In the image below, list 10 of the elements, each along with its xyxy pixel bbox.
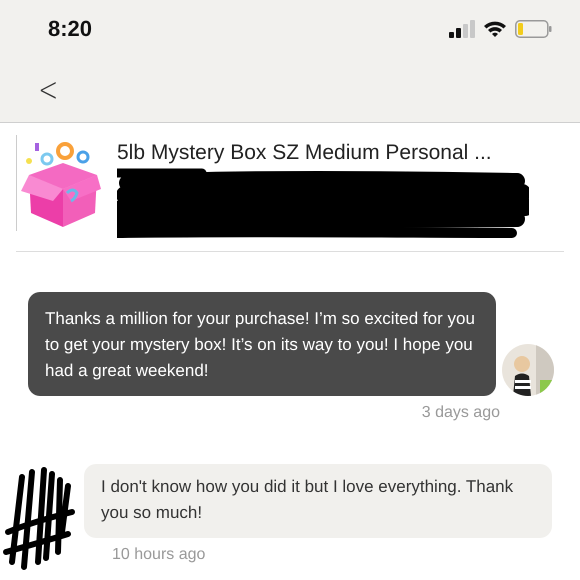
wifi-icon: [483, 20, 507, 38]
back-button[interactable]: <: [38, 73, 58, 107]
message-bubble: I don't know how you did it but I love everything. Thank you so much!: [84, 464, 552, 538]
clock-time: 8:20: [48, 16, 92, 42]
message-time: 10 hours ago: [111, 546, 206, 564]
product-title[interactable]: 5lb Mystery Box SZ Medium Personal ...: [117, 135, 564, 165]
message-time: 3 days ago: [420, 404, 501, 422]
signal-icon: [449, 20, 475, 38]
battery-icon: [515, 20, 552, 38]
message-bubble: Thanks a million for your purchase! I’m so excited for you to get your mystery box! It’s on its way to you! I hope you had a great weekend!: [28, 292, 496, 396]
